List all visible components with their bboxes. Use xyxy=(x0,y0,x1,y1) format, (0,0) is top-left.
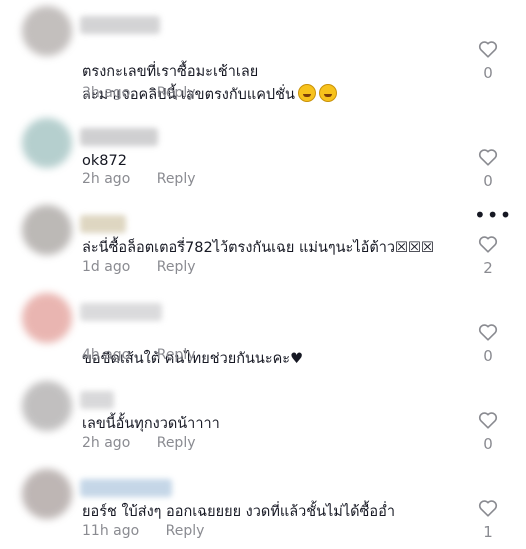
username-blurred[interactable] xyxy=(80,479,172,497)
timestamp: 1d ago xyxy=(82,259,131,275)
comment-item: เลขนี้อั้นทุกงวดน้าาาา 2h ago Reply 0 xyxy=(0,381,526,461)
timestamp: 2h ago xyxy=(82,171,131,187)
heart-outline-icon[interactable] xyxy=(478,411,498,429)
heart-outline-icon[interactable] xyxy=(478,148,498,166)
heart-outline-icon[interactable] xyxy=(478,40,498,58)
heart-outline-icon[interactable] xyxy=(478,499,498,517)
username-blurred[interactable] xyxy=(80,16,160,34)
comment-meta: 2h ago Reply xyxy=(82,435,196,451)
like-count: 0 xyxy=(483,172,493,190)
like-control[interactable]: 1 xyxy=(476,499,500,541)
reply-button[interactable]: Reply xyxy=(157,85,196,101)
comment-item: ขอขีดเส้นใต้ คนไทยช่วยกันนะคะ♥ 4h ago Re… xyxy=(0,293,526,373)
comment-meta: 2h ago Reply xyxy=(82,171,196,187)
comment-text: ok872 xyxy=(82,153,127,169)
like-count: 1 xyxy=(483,523,493,541)
avatar[interactable] xyxy=(22,205,72,255)
comment-meta: 3h ago Reply xyxy=(82,85,196,101)
rolling-on-floor-laughing-emoji xyxy=(318,84,337,102)
heart-outline-icon[interactable] xyxy=(478,323,498,341)
comment-item: ยอร์ช ใบ้ส่งๆ ออกเฉยยยย งวดที่แล้วชั้นไม… xyxy=(0,469,526,549)
username-blurred[interactable] xyxy=(80,128,158,146)
username-blurred[interactable] xyxy=(80,391,114,409)
avatar[interactable] xyxy=(22,469,72,519)
comment-text: ล่ะนี่ซื้อล็อตเตอรี่782ไว้ตรงกันเฉย แม่น… xyxy=(82,240,435,256)
avatar[interactable] xyxy=(22,293,72,343)
timestamp: 2h ago xyxy=(82,435,131,451)
username-blurred[interactable] xyxy=(80,303,162,321)
avatar[interactable] xyxy=(22,118,72,168)
black-heart-emoji: ♥ xyxy=(290,351,304,367)
reply-button[interactable]: Reply xyxy=(157,259,196,275)
heart-outline-icon[interactable] xyxy=(478,235,498,253)
comment-text: เลขนี้อั้นทุกงวดน้าาาา xyxy=(82,416,220,432)
avatar[interactable] xyxy=(22,381,72,431)
like-count: 0 xyxy=(483,435,493,453)
comment-item: ok872 2h ago Reply 0 xyxy=(0,118,526,198)
timestamp: 11h ago xyxy=(82,523,140,539)
username-blurred[interactable] xyxy=(80,215,126,233)
like-control[interactable]: 0 xyxy=(476,148,500,190)
like-control[interactable]: 2 xyxy=(476,235,500,277)
like-count: 0 xyxy=(483,347,493,365)
like-control[interactable]: 0 xyxy=(476,411,500,453)
timestamp: 4h ago xyxy=(82,347,131,363)
reply-button[interactable]: Reply xyxy=(157,347,196,363)
reply-button[interactable]: Reply xyxy=(157,435,196,451)
like-count: 2 xyxy=(483,259,493,277)
like-control[interactable]: 0 xyxy=(476,323,500,365)
comment-item: ตรงกะเลขที่เราซื้อมะเช้าเลย ละมาเจอคลิปน… xyxy=(0,6,526,106)
reply-button[interactable]: Reply xyxy=(157,171,196,187)
like-count: 0 xyxy=(483,64,493,82)
timestamp: 3h ago xyxy=(82,85,131,101)
comment-item: ล่ะนี่ซื้อล็อตเตอรี่782ไว้ตรงกันเฉย แม่น… xyxy=(0,205,526,285)
comment-meta: 1d ago Reply xyxy=(82,259,196,275)
comment-text: ยอร์ช ใบ้ส่งๆ ออกเฉยยยย งวดที่แล้วชั้นไม… xyxy=(82,504,395,520)
comment-meta: 4h ago Reply xyxy=(82,347,196,363)
like-control[interactable]: 0 xyxy=(476,40,500,82)
avatar[interactable] xyxy=(22,6,72,56)
comment-meta: 11h ago Reply xyxy=(82,523,204,539)
rolling-on-floor-laughing-emoji xyxy=(297,84,316,102)
reply-button[interactable]: Reply xyxy=(166,523,205,539)
